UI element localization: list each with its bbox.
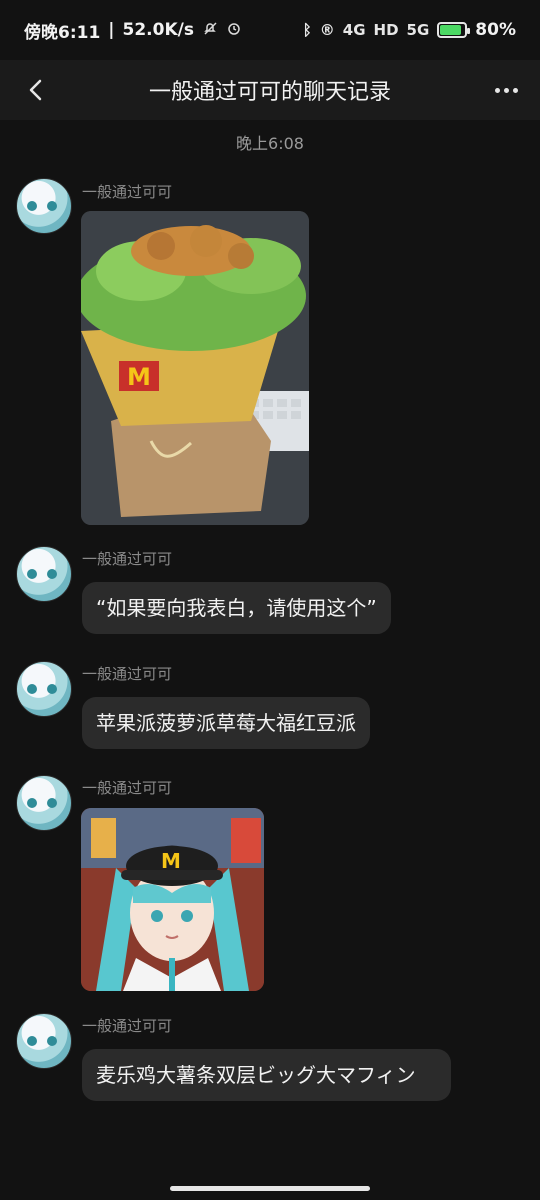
avatar[interactable] bbox=[16, 1013, 72, 1069]
battery-percent: 80% bbox=[475, 20, 516, 40]
chat-title: 一般通过可可的聊天记录 bbox=[148, 80, 391, 105]
status-right: ᛒ ® 4G HD 5G 80% bbox=[303, 20, 516, 40]
image-message[interactable]: M bbox=[81, 808, 264, 991]
svg-text:M: M bbox=[127, 363, 151, 391]
battery-fill bbox=[440, 25, 462, 35]
more-options-button[interactable] bbox=[486, 70, 526, 110]
chat-header: 一般通过可可的聊天记录 bbox=[0, 60, 540, 120]
mute-bell-icon bbox=[202, 20, 218, 40]
avatar[interactable] bbox=[16, 178, 72, 234]
status-time: 傍晚6:11 bbox=[24, 22, 101, 43]
status-bar: 傍晚6:11 | 52.0K/s ᛒ ® 4G HD 5G 80% bbox=[0, 0, 540, 60]
sender-name: 一般通过可可 bbox=[82, 1017, 173, 1035]
avatar[interactable] bbox=[16, 661, 72, 717]
home-indicator[interactable] bbox=[170, 1186, 370, 1191]
svg-text:M: M bbox=[161, 849, 181, 873]
network-speed: 52.0K/s bbox=[122, 20, 194, 40]
status-divider: | bbox=[108, 20, 115, 40]
sender-name: 一般通过可可 bbox=[82, 183, 173, 201]
hd-badge: HD bbox=[373, 21, 399, 39]
sender-name: 一般通过可可 bbox=[82, 779, 173, 797]
text-bubble[interactable]: 苹果派菠萝派草莓大福红豆派 bbox=[82, 697, 370, 749]
text-bubble[interactable]: “如果要向我表白，请使用这个” bbox=[82, 582, 391, 634]
mcdonalds-bouquet-image: M bbox=[81, 211, 309, 525]
signal-4g: 4G bbox=[342, 21, 366, 39]
registered-icon: ® bbox=[319, 21, 335, 39]
more-icon bbox=[494, 87, 500, 93]
timestamp-separator: 晚上6:08 bbox=[236, 134, 304, 153]
miku-mcdonalds-image: M bbox=[81, 808, 264, 991]
avatar[interactable] bbox=[16, 775, 72, 831]
alarm-icon bbox=[226, 20, 242, 40]
back-button[interactable] bbox=[16, 70, 56, 110]
image-message[interactable]: M bbox=[81, 211, 309, 525]
avatar[interactable] bbox=[16, 546, 72, 602]
signal-5g: 5G bbox=[406, 21, 430, 39]
status-left: 傍晚6:11 | 52.0K/s bbox=[24, 18, 242, 43]
text-bubble[interactable]: 麦乐鸡大薯条双层ビッグ大マフィン bbox=[82, 1049, 451, 1101]
sender-name: 一般通过可可 bbox=[82, 550, 173, 568]
chevron-left-icon bbox=[29, 79, 42, 101]
bluetooth-icon: ᛒ bbox=[302, 21, 312, 39]
sender-name: 一般通过可可 bbox=[82, 665, 173, 683]
battery-icon bbox=[437, 22, 471, 38]
